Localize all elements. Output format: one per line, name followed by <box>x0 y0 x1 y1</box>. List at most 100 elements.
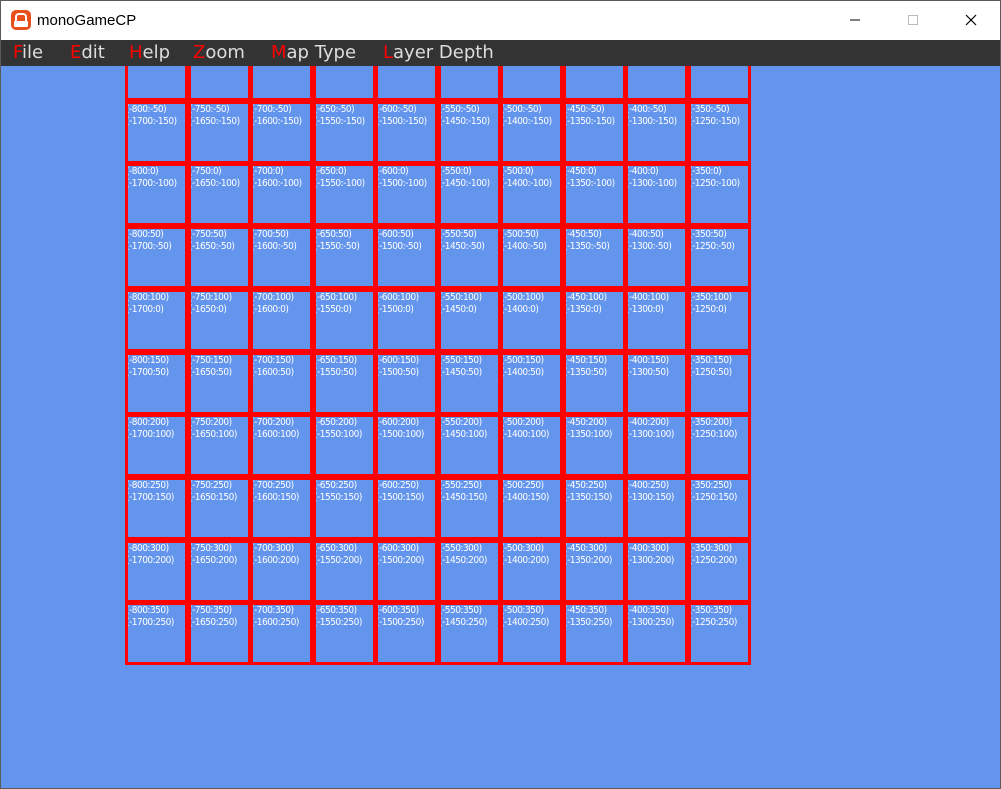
map-tile[interactable]: (-750:250) (-1650:150) <box>188 477 251 540</box>
map-tile[interactable]: (-700:200) (-1600:100) <box>250 414 313 477</box>
menu-file[interactable]: File <box>13 41 43 65</box>
map-tile[interactable]: (-550:250) (-1450:150) <box>438 477 501 540</box>
maximize-button[interactable] <box>884 1 942 39</box>
map-tile[interactable]: (-650:-50) (-1550:-150) <box>313 101 376 164</box>
map-tile[interactable]: (-400:200) (-1300:100) <box>625 414 688 477</box>
map-tile[interactable]: (-450:100) (-1350:0) <box>563 289 626 352</box>
map-tile[interactable]: (-500:0) (-1400:-100) <box>500 163 563 226</box>
map-tile[interactable]: (-350:350) (-1250:250) <box>688 602 751 665</box>
map-tile[interactable]: (-700:50) (-1600:-50) <box>250 226 313 289</box>
map-tile[interactable]: (-800:50) (-1700:-50) <box>125 226 188 289</box>
map-tile[interactable]: (-400:300) (-1300:200) <box>625 540 688 603</box>
map-tile[interactable]: (-550:350) (-1450:250) <box>438 602 501 665</box>
map-tile[interactable]: (-350:150) (-1250:50) <box>688 352 751 415</box>
map-tile[interactable]: (-700:150) (-1600:50) <box>250 352 313 415</box>
map-tile[interactable] <box>563 66 626 101</box>
map-tile[interactable]: (-600:50) (-1500:-50) <box>375 226 438 289</box>
map-tile[interactable]: (-600:-50) (-1500:-150) <box>375 101 438 164</box>
map-tile[interactable]: (-450:-50) (-1350:-150) <box>563 101 626 164</box>
map-tile[interactable]: (-600:0) (-1500:-100) <box>375 163 438 226</box>
map-tile-grid[interactable]: (-800:-50) (-1700:-150) (-750:-50) (-1650:-… <box>125 66 751 665</box>
map-tile[interactable]: (-650:300) (-1550:200) <box>313 540 376 603</box>
map-tile[interactable]: (-550:100) (-1450:0) <box>438 289 501 352</box>
map-tile[interactable] <box>500 66 563 101</box>
map-tile[interactable] <box>625 66 688 101</box>
map-tile[interactable]: (-400:250) (-1300:150) <box>625 477 688 540</box>
map-tile[interactable]: (-500:200) (-1400:100) <box>500 414 563 477</box>
map-tile[interactable]: (-750:0) (-1650:-100) <box>188 163 251 226</box>
map-tile[interactable]: (-650:150) (-1550:50) <box>313 352 376 415</box>
map-tile[interactable]: (-550:-50) (-1450:-150) <box>438 101 501 164</box>
map-tile[interactable]: (-600:150) (-1500:50) <box>375 352 438 415</box>
map-tile[interactable]: (-500:150) (-1400:50) <box>500 352 563 415</box>
map-tile[interactable]: (-750:-50) (-1650:-150) <box>188 101 251 164</box>
map-tile[interactable] <box>313 66 376 101</box>
map-tile[interactable]: (-650:0) (-1550:-100) <box>313 163 376 226</box>
map-tile[interactable]: (-650:350) (-1550:250) <box>313 602 376 665</box>
map-tile[interactable]: (-800:100) (-1700:0) <box>125 289 188 352</box>
map-tile[interactable] <box>188 66 251 101</box>
map-tile[interactable]: (-400:0) (-1300:-100) <box>625 163 688 226</box>
menu-map-type[interactable]: Map Type <box>271 41 356 65</box>
map-tile[interactable]: (-400:150) (-1300:50) <box>625 352 688 415</box>
map-tile[interactable] <box>250 66 313 101</box>
map-tile[interactable] <box>438 66 501 101</box>
map-tile[interactable]: (-800:-50) (-1700:-150) <box>125 101 188 164</box>
map-tile[interactable] <box>125 66 188 101</box>
map-tile[interactable]: (-500:350) (-1400:250) <box>500 602 563 665</box>
map-tile[interactable]: (-600:250) (-1500:150) <box>375 477 438 540</box>
map-tile[interactable] <box>375 66 438 101</box>
map-tile[interactable]: (-750:150) (-1650:50) <box>188 352 251 415</box>
map-tile[interactable]: (-550:0) (-1450:-100) <box>438 163 501 226</box>
map-tile[interactable]: (-700:350) (-1600:250) <box>250 602 313 665</box>
map-tile[interactable]: (-650:100) (-1550:0) <box>313 289 376 352</box>
minimize-button[interactable] <box>826 1 884 39</box>
map-tile[interactable]: (-450:250) (-1350:150) <box>563 477 626 540</box>
map-tile[interactable]: (-650:200) (-1550:100) <box>313 414 376 477</box>
map-tile[interactable]: (-550:200) (-1450:100) <box>438 414 501 477</box>
map-tile[interactable]: (-600:300) (-1500:200) <box>375 540 438 603</box>
map-tile[interactable]: (-700:-50) (-1600:-150) <box>250 101 313 164</box>
map-tile[interactable]: (-700:100) (-1600:0) <box>250 289 313 352</box>
map-tile[interactable]: (-450:0) (-1350:-100) <box>563 163 626 226</box>
map-tile[interactable]: (-600:100) (-1500:0) <box>375 289 438 352</box>
menu-layer-depth[interactable]: Layer Depth <box>383 41 494 65</box>
map-tile[interactable]: (-750:300) (-1650:200) <box>188 540 251 603</box>
map-tile[interactable]: (-500:-50) (-1400:-150) <box>500 101 563 164</box>
map-tile[interactable]: (-350:0) (-1250:-100) <box>688 163 751 226</box>
map-tile[interactable]: (-800:250) (-1700:150) <box>125 477 188 540</box>
map-tile[interactable]: (-450:150) (-1350:50) <box>563 352 626 415</box>
map-tile[interactable]: (-450:300) (-1350:200) <box>563 540 626 603</box>
map-tile[interactable]: (-650:50) (-1550:-50) <box>313 226 376 289</box>
map-tile[interactable]: (-750:200) (-1650:100) <box>188 414 251 477</box>
map-tile[interactable]: (-750:350) (-1650:250) <box>188 602 251 665</box>
map-tile[interactable]: (-700:250) (-1600:150) <box>250 477 313 540</box>
map-tile[interactable]: (-350:300) (-1250:200) <box>688 540 751 603</box>
map-tile[interactable]: (-400:50) (-1300:-50) <box>625 226 688 289</box>
menu-help[interactable]: Help <box>129 41 170 65</box>
map-tile[interactable]: (-500:250) (-1400:150) <box>500 477 563 540</box>
map-tile[interactable]: (-800:0) (-1700:-100) <box>125 163 188 226</box>
map-tile[interactable]: (-500:50) (-1400:-50) <box>500 226 563 289</box>
menu-zoom[interactable]: Zoom <box>193 41 245 65</box>
map-tile[interactable]: (-700:0) (-1600:-100) <box>250 163 313 226</box>
map-tile[interactable]: (-550:50) (-1450:-50) <box>438 226 501 289</box>
game-viewport[interactable]: (-800:-50) (-1700:-150) (-750:-50) (-1650:-… <box>1 66 1000 788</box>
map-tile[interactable]: (-350:200) (-1250:100) <box>688 414 751 477</box>
map-tile[interactable]: (-650:250) (-1550:150) <box>313 477 376 540</box>
map-tile[interactable]: (-800:200) (-1700:100) <box>125 414 188 477</box>
map-tile[interactable]: (-500:300) (-1400:200) <box>500 540 563 603</box>
map-tile[interactable]: (-800:300) (-1700:200) <box>125 540 188 603</box>
map-tile[interactable]: (-750:50) (-1650:-50) <box>188 226 251 289</box>
map-tile[interactable]: (-500:100) (-1400:0) <box>500 289 563 352</box>
map-tile[interactable]: (-400:350) (-1300:250) <box>625 602 688 665</box>
map-tile[interactable]: (-400:-50) (-1300:-150) <box>625 101 688 164</box>
title-bar[interactable]: monoGameCP <box>1 1 1000 39</box>
map-tile[interactable]: (-450:50) (-1350:-50) <box>563 226 626 289</box>
map-tile[interactable]: (-450:200) (-1350:100) <box>563 414 626 477</box>
map-tile[interactable]: (-700:300) (-1600:200) <box>250 540 313 603</box>
map-tile[interactable] <box>688 66 751 101</box>
map-tile[interactable]: (-800:150) (-1700:50) <box>125 352 188 415</box>
map-tile[interactable]: (-550:150) (-1450:50) <box>438 352 501 415</box>
map-tile[interactable]: (-350:250) (-1250:150) <box>688 477 751 540</box>
